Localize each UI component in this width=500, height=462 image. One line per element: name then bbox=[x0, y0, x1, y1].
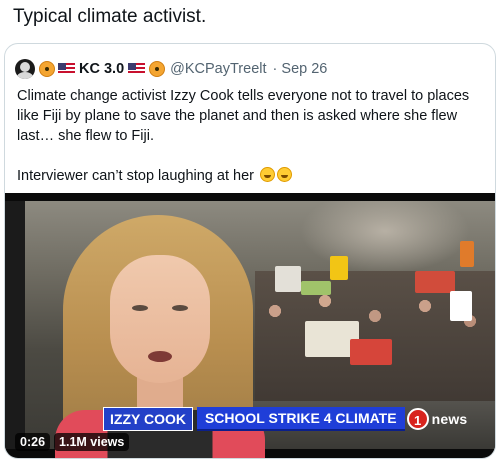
video-views: 1.1M views bbox=[54, 433, 130, 451]
tweet-text-paragraph-2: Interviewer can’t stop laughing at her bbox=[17, 168, 254, 184]
tweet-date[interactable]: Sep 26 bbox=[281, 61, 327, 77]
lower-third-name: IZZY COOK bbox=[103, 407, 193, 431]
separator-dot: · bbox=[268, 61, 282, 77]
protest-sign bbox=[330, 256, 348, 280]
us-flag-icon bbox=[58, 63, 75, 75]
protest-sign bbox=[350, 339, 392, 365]
protest-sign bbox=[450, 291, 472, 321]
channel-logo-text: news bbox=[431, 411, 468, 427]
us-flag-icon bbox=[128, 63, 146, 75]
rolling-laughing-icon bbox=[277, 167, 293, 182]
radioactive-icon bbox=[39, 61, 55, 77]
author-name[interactable]: KC 3.0 bbox=[79, 61, 124, 77]
rolling-laughing-icon bbox=[260, 167, 276, 182]
protest-sign bbox=[415, 271, 455, 293]
video-duration: 0:26 bbox=[15, 433, 51, 451]
news-lower-third: IZZY COOK SCHOOL STRIKE 4 CLIMATE 1 news bbox=[103, 407, 468, 431]
quoted-tweet-header: KC 3.0 @KCPayTreelt · Sep 26 bbox=[15, 58, 327, 80]
tweet-text-paragraph-1: Climate change activist Izzy Cook tells … bbox=[17, 88, 470, 144]
avatar[interactable] bbox=[15, 59, 35, 79]
protest-sign bbox=[460, 241, 474, 267]
eye bbox=[132, 305, 148, 311]
author-handle[interactable]: @KCPayTreelt bbox=[170, 61, 266, 77]
mouth bbox=[148, 351, 172, 362]
video-player[interactable]: IZZY COOK SCHOOL STRIKE 4 CLIMATE 1 news… bbox=[5, 193, 495, 458]
protest-sign bbox=[301, 281, 331, 295]
channel-logo-icon: 1 bbox=[406, 408, 429, 430]
lower-third-topic: SCHOOL STRIKE 4 CLIMATE bbox=[196, 407, 405, 431]
video-meta: 0:26 1.1M views bbox=[15, 433, 133, 451]
tweet-text-paragraph-2-wrap: Interviewer can’t stop laughing at her bbox=[17, 166, 487, 186]
quoted-tweet-card[interactable]: KC 3.0 @KCPayTreelt · Sep 26 Climate cha… bbox=[4, 43, 496, 459]
foreground-pole bbox=[5, 201, 25, 449]
radioactive-icon bbox=[149, 61, 166, 77]
post-text: Typical climate activist. bbox=[13, 6, 207, 27]
eye bbox=[172, 305, 188, 311]
quoted-tweet-body: Climate change activist Izzy Cook tells … bbox=[17, 86, 487, 206]
face bbox=[110, 255, 210, 383]
